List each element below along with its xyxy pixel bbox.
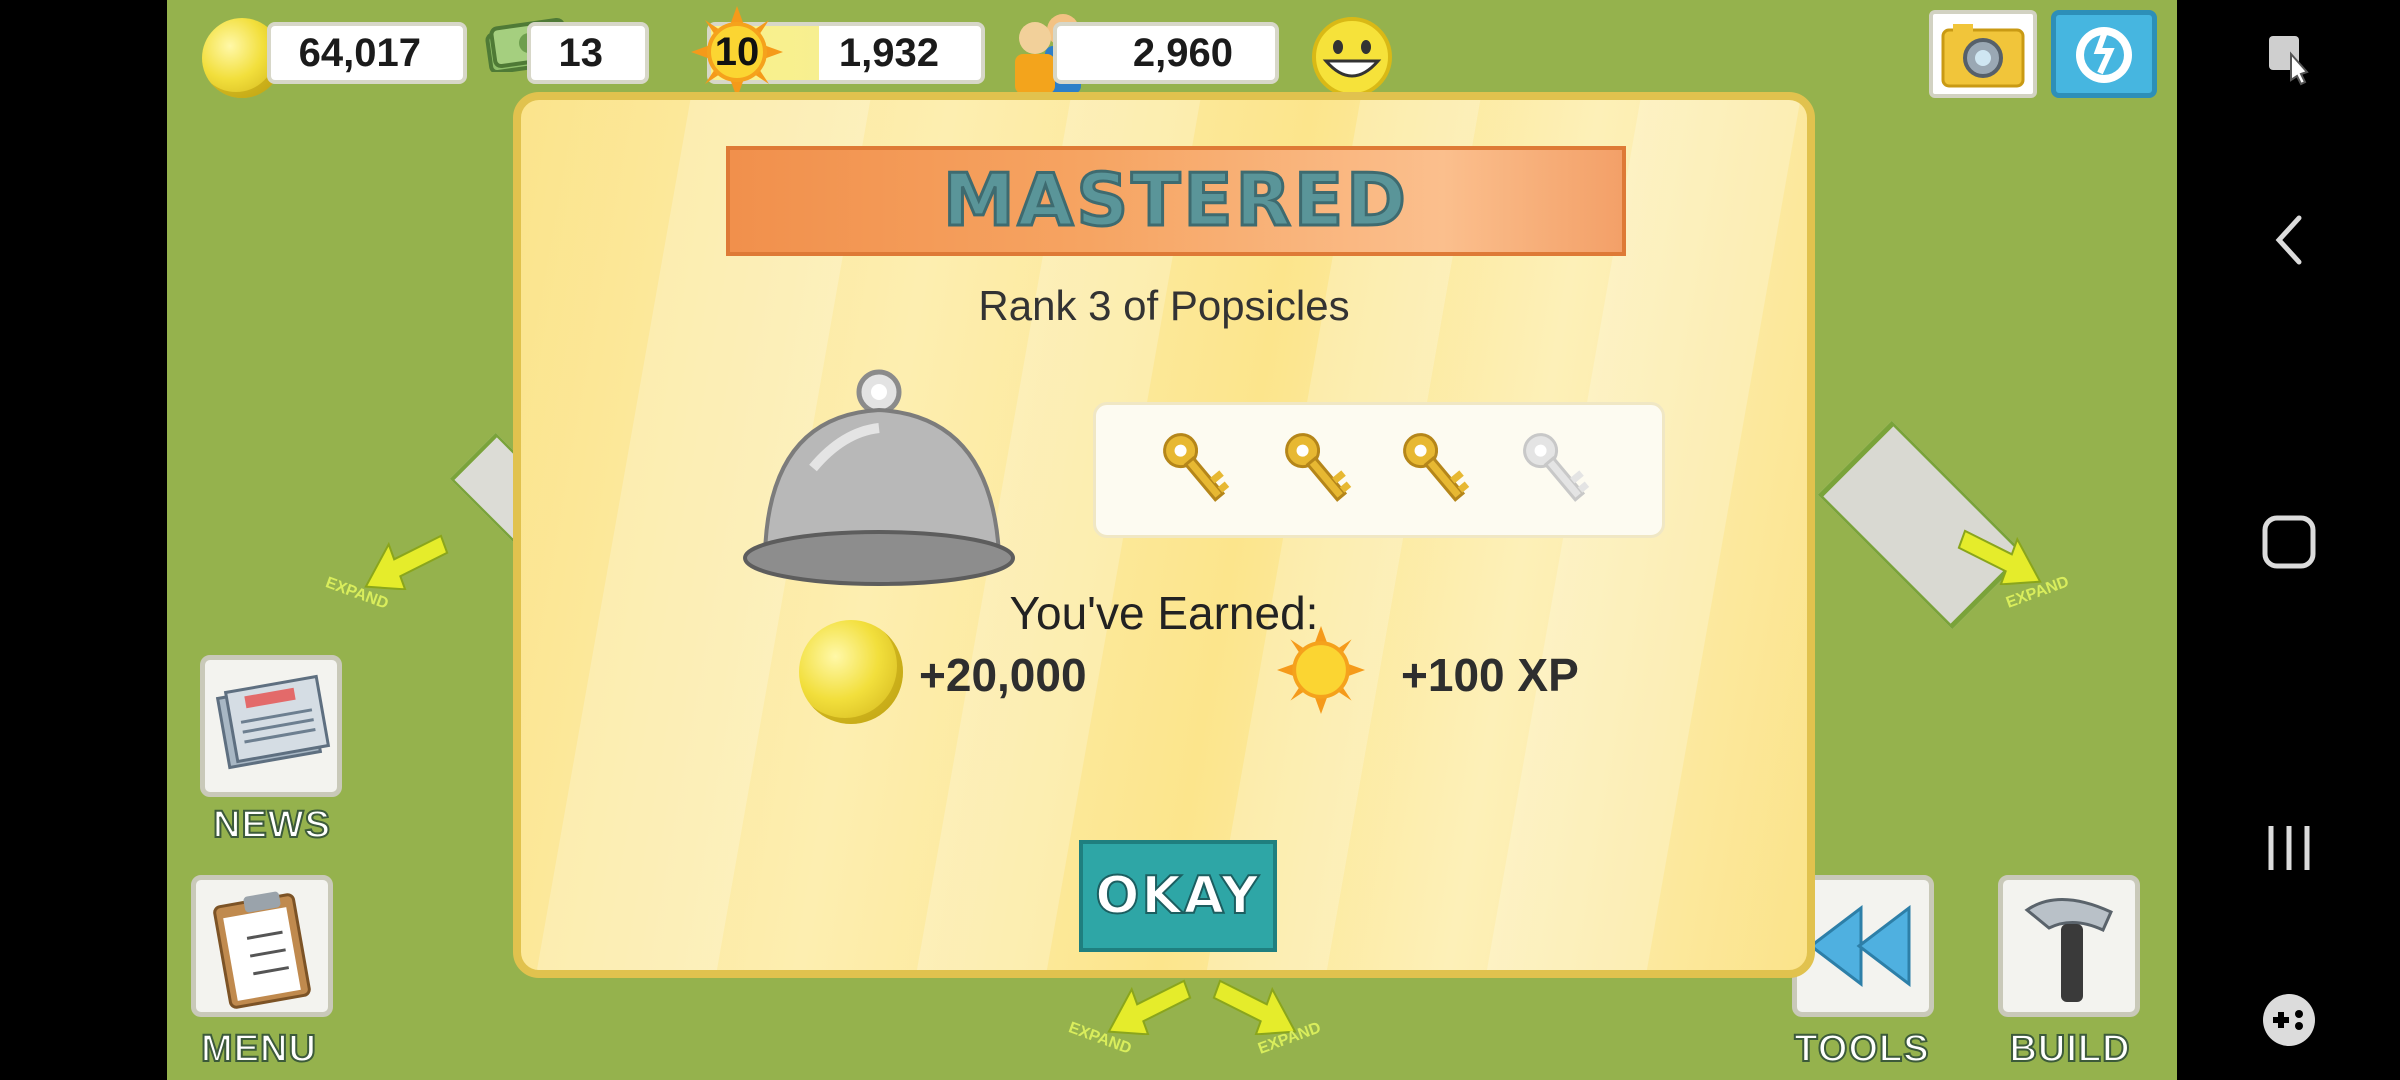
rewind-icon	[1808, 904, 1911, 988]
key-icon-filled	[1285, 433, 1352, 502]
level-value: 10	[714, 30, 760, 74]
mastered-banner: MASTERED	[726, 146, 1626, 256]
screenshot-edit-icon[interactable]	[2261, 30, 2317, 86]
population-counter: 2,960	[1053, 22, 1279, 84]
newspaper-icon	[215, 674, 331, 770]
clipboard-icon	[213, 891, 311, 1009]
system-nav-bar	[2177, 0, 2400, 1080]
key-icon-empty	[1523, 433, 1590, 502]
reward-coins: +20,000	[919, 649, 1087, 701]
news-label: NEWS	[212, 803, 331, 847]
rank-subtitle: Rank 3 of Popsicles	[978, 282, 1350, 329]
cash-value: 13	[558, 30, 604, 75]
hammer-icon	[2024, 898, 2113, 1002]
population-value: 2,960	[1132, 30, 1233, 75]
coins-value: 64,017	[298, 30, 421, 75]
key-icon-filled	[1403, 433, 1470, 502]
cash-counter: 13	[527, 22, 649, 84]
reward-xp: +100 XP	[1401, 649, 1579, 701]
reward-coin-icon	[799, 620, 903, 724]
menu-label: MENU	[200, 1027, 317, 1071]
rank-keys-panel	[1093, 402, 1665, 538]
share-button[interactable]	[2051, 10, 2157, 98]
build-button[interactable]	[1998, 875, 2140, 1017]
earned-label: You've Earned:	[1009, 587, 1319, 639]
camera-button[interactable]	[1929, 10, 2037, 98]
expand-arrow-right[interactable]	[1957, 525, 2047, 585]
level-sun-icon: 10	[691, 6, 783, 98]
banner-title: MASTERED	[942, 157, 1409, 244]
mastery-dialog: MASTERED Rank 3 of Popsicles You've Earn…	[513, 92, 1815, 978]
coins-counter: 64,017	[267, 22, 467, 84]
expand-arrow-bottom-right[interactable]	[1212, 975, 1302, 1035]
camera-icon	[1941, 24, 2025, 88]
smiley-icon[interactable]	[1310, 15, 1394, 99]
share-icon	[2076, 27, 2132, 83]
menu-button[interactable]	[191, 875, 333, 1017]
game-tools-icon[interactable]	[2259, 990, 2319, 1050]
cloche-icon	[743, 369, 1015, 586]
recents-icon[interactable]	[2261, 820, 2317, 876]
back-icon[interactable]	[2269, 212, 2309, 268]
okay-button[interactable]: OKAY	[1079, 840, 1277, 952]
home-icon[interactable]	[2261, 514, 2317, 570]
reward-xp-sun-icon	[1277, 626, 1365, 714]
tools-label: TOOLS	[1793, 1027, 1930, 1071]
expand-arrow-left[interactable]	[359, 530, 449, 590]
news-button[interactable]	[200, 655, 342, 797]
game-view[interactable]: 64,017 13 1,932 10 2,960 EXPAND EXPAND E…	[167, 0, 2177, 1080]
build-label: BUILD	[2008, 1027, 2131, 1071]
key-icon-filled	[1163, 433, 1230, 502]
screen: 64,017 13 1,932 10 2,960 EXPAND EXPAND E…	[0, 0, 2400, 1080]
xp-value: 1,932	[838, 30, 939, 75]
expand-arrow-bottom-left[interactable]	[1102, 975, 1192, 1035]
